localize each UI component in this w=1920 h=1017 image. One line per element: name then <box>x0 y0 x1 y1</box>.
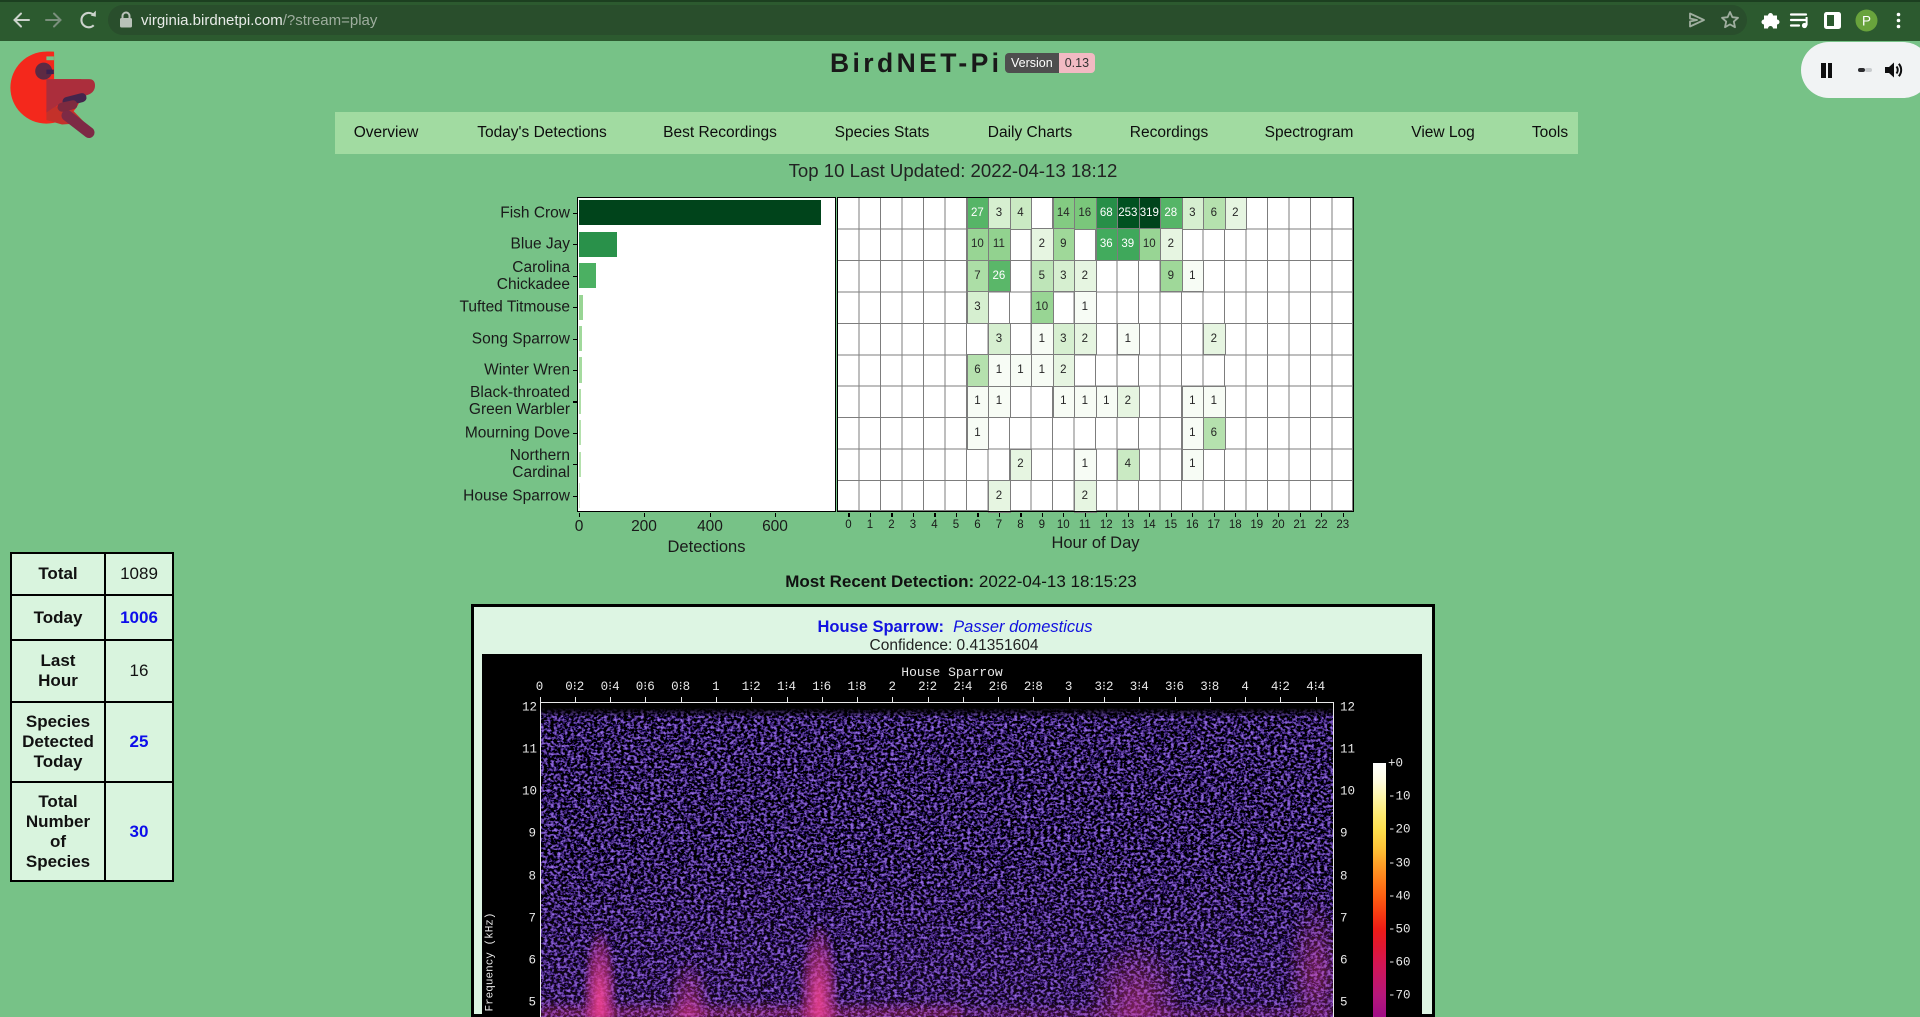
svg-text:P: P <box>1862 13 1871 28</box>
